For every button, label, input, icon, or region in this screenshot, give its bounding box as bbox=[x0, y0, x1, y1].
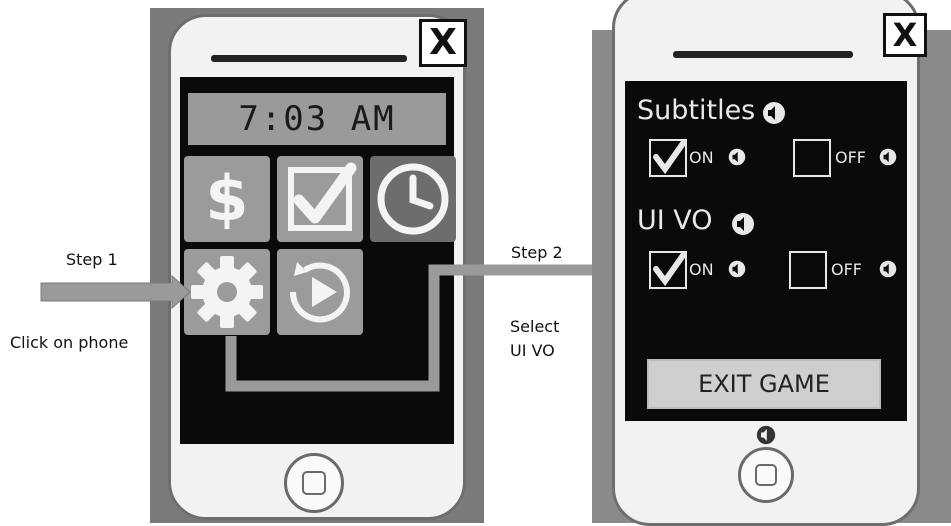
replay-app-tile[interactable] bbox=[277, 249, 363, 335]
subtitles-off-checkbox[interactable] bbox=[793, 139, 831, 177]
phone-body[interactable]: X 7:03 AM $ bbox=[168, 14, 467, 520]
tasks-app-tile[interactable] bbox=[277, 156, 363, 242]
speaker-icon[interactable] bbox=[756, 425, 776, 445]
ui-vo-on-label: ON bbox=[689, 260, 714, 279]
checkmark-icon bbox=[653, 141, 685, 175]
home-square-icon bbox=[755, 464, 777, 486]
speaker-slot bbox=[673, 51, 853, 58]
ui-vo-off-label: OFF bbox=[831, 260, 862, 279]
clock-icon bbox=[377, 163, 449, 235]
gear-icon bbox=[191, 256, 263, 328]
subtitles-on-label: ON bbox=[689, 148, 714, 167]
step2-instruction-line1: Select bbox=[510, 317, 560, 336]
exit-game-button[interactable]: EXIT GAME bbox=[647, 359, 881, 409]
clock-display: 7:03 AM bbox=[188, 93, 446, 145]
speaker-icon[interactable] bbox=[762, 101, 786, 125]
step2-label: Step 2 bbox=[511, 243, 563, 262]
phone-screen: 7:03 AM $ bbox=[180, 77, 456, 444]
home-square-icon bbox=[302, 471, 326, 495]
speaker-icon[interactable] bbox=[879, 260, 897, 278]
step1-label: Step 1 bbox=[66, 250, 118, 269]
checkbox-check-icon bbox=[288, 162, 357, 231]
right-phone-scene: X Subtitles ON OFF UI VO ON OFF EXIT GAM… bbox=[592, 0, 951, 526]
dollar-icon: $ bbox=[205, 162, 249, 235]
left-phone-scene: X 7:03 AM $ bbox=[150, 8, 484, 523]
replay-icon bbox=[289, 262, 350, 323]
speaker-icon[interactable] bbox=[879, 148, 897, 166]
clock-app-tile[interactable] bbox=[370, 156, 456, 242]
speaker-icon[interactable] bbox=[731, 212, 755, 236]
step1-instruction: Click on phone bbox=[10, 333, 129, 352]
subtitles-on-checkbox[interactable] bbox=[649, 139, 687, 177]
subtitles-off-label: OFF bbox=[835, 148, 866, 167]
settings-app-tile[interactable] bbox=[184, 249, 270, 335]
ui-vo-heading: UI VO bbox=[637, 205, 713, 236]
ui-vo-off-checkbox[interactable] bbox=[789, 251, 827, 289]
home-button[interactable] bbox=[738, 447, 794, 503]
close-button[interactable]: X bbox=[419, 19, 467, 67]
settings-screen: Subtitles ON OFF UI VO ON OFF EXIT GAME bbox=[625, 81, 907, 421]
speaker-slot bbox=[211, 55, 407, 62]
ui-vo-on-checkbox[interactable] bbox=[649, 251, 687, 289]
close-button[interactable]: X bbox=[883, 13, 927, 57]
home-button[interactable] bbox=[284, 453, 344, 513]
speaker-icon[interactable] bbox=[728, 260, 746, 278]
speaker-icon[interactable] bbox=[728, 148, 746, 166]
phone-body-settings[interactable]: X Subtitles ON OFF UI VO ON OFF EXIT GAM… bbox=[612, 0, 927, 526]
money-app-tile[interactable]: $ bbox=[184, 156, 270, 242]
subtitles-heading: Subtitles bbox=[637, 95, 756, 126]
step2-instruction-line2: UI VO bbox=[510, 341, 555, 360]
checkmark-icon bbox=[653, 253, 685, 287]
